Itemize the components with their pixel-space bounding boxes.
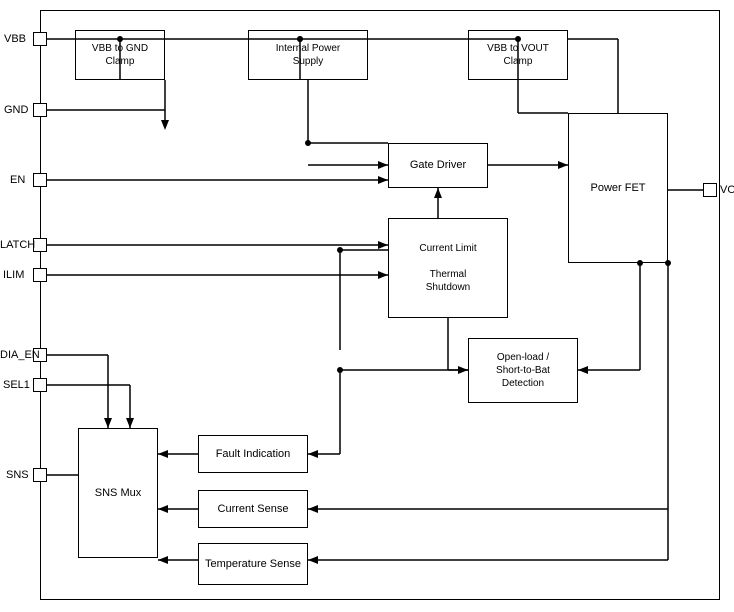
sns-mux-block: SNS Mux: [78, 428, 158, 558]
pin-gnd-label: GND: [4, 104, 28, 116]
current-limit-label: Current Limit Thermal Shutdown: [395, 242, 501, 294]
pin-dia-en-label: DIA_EN: [0, 349, 40, 361]
pin-sel1-label: SEL1: [3, 379, 30, 391]
gate-driver-label: Gate Driver: [410, 158, 466, 172]
gate-driver-block: Gate Driver: [388, 143, 488, 188]
internal-power-block: Internal Power Supply: [248, 30, 368, 80]
vbb-gnd-clamp-label: VBB to GND Clamp: [92, 42, 148, 68]
current-sense-label: Current Sense: [218, 502, 289, 516]
open-load-label: Open-load / Short-to-Bat Detection: [496, 351, 550, 390]
pin-vout-box: [703, 183, 717, 197]
power-fet-block: Power FET: [568, 113, 668, 263]
pin-sns-box: [33, 468, 47, 482]
pin-vbb-box: [33, 32, 47, 46]
pin-ilim-label: ILIM: [3, 269, 24, 281]
vbb-gnd-clamp-block: VBB to GND Clamp: [75, 30, 165, 80]
open-load-block: Open-load / Short-to-Bat Detection: [468, 338, 578, 403]
fault-indication-label: Fault Indication: [216, 447, 291, 461]
vbb-vout-clamp-label: VBB to VOUT Clamp: [487, 42, 549, 68]
pin-sel1-box: [33, 378, 47, 392]
pin-en-box: [33, 173, 47, 187]
pin-sns-label: SNS: [6, 469, 29, 481]
pin-en-label: EN: [10, 174, 25, 186]
internal-power-label: Internal Power Supply: [276, 42, 340, 68]
current-limit-block: Current Limit Thermal Shutdown: [388, 218, 508, 318]
pin-vout-label: VOUT: [720, 184, 734, 196]
vbb-vout-clamp-block: VBB to VOUT Clamp: [468, 30, 568, 80]
pin-gnd-box: [33, 103, 47, 117]
diagram-container: VBB GND EN LATCH ILIM DIA_EN SEL1 SNS VO…: [0, 0, 734, 612]
sns-mux-label: SNS Mux: [95, 486, 141, 500]
pin-vbb-label: VBB: [4, 33, 26, 45]
current-sense-block: Current Sense: [198, 490, 308, 528]
temp-sense-label: Temperature Sense: [205, 557, 301, 571]
power-fet-label: Power FET: [590, 181, 645, 195]
pin-ilim-box: [33, 268, 47, 282]
pin-latch-label: LATCH: [0, 239, 35, 251]
temp-sense-block: Temperature Sense: [198, 543, 308, 585]
fault-indication-block: Fault Indication: [198, 435, 308, 473]
